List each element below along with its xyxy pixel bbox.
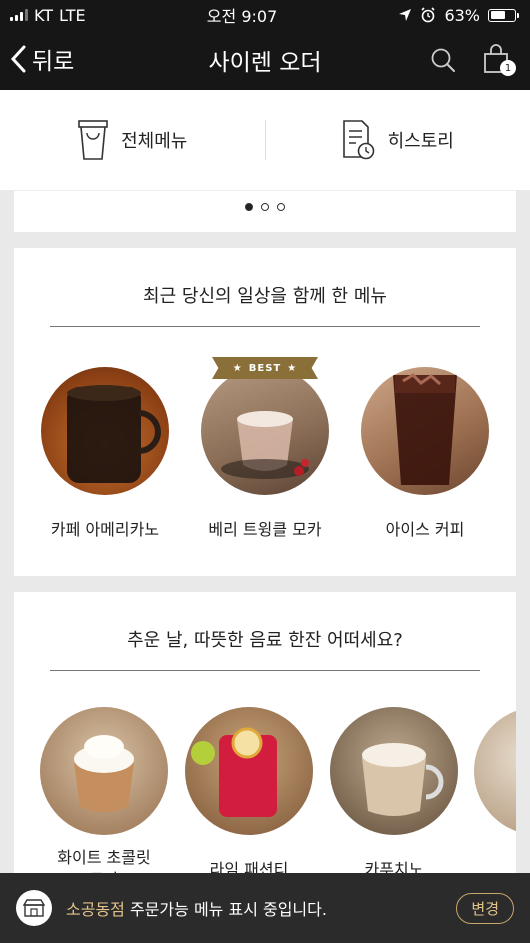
tab-all-menu-label: 전체메뉴	[121, 131, 188, 152]
clock: 오전 9:07	[206, 7, 278, 26]
menu-item-americano[interactable]: 카페 아메리카노	[30, 367, 180, 541]
tab-all-menu[interactable]: 전체메뉴	[0, 119, 265, 161]
star-icon: ★	[287, 362, 298, 374]
menu-item-name: 아이스 커피	[385, 520, 465, 539]
star-icon: ★	[232, 362, 243, 374]
signal-icon	[10, 9, 28, 21]
back-label: 뒤로	[32, 49, 75, 75]
menu-item-lime-passion-tea[interactable]: 라임 패션티	[174, 707, 324, 881]
americano-image	[41, 367, 169, 495]
cup-icon	[78, 120, 108, 160]
store-name: 소공동점	[66, 900, 125, 919]
carrier-label: KT	[34, 5, 54, 25]
menu-item-partial[interactable]	[474, 707, 516, 835]
store-icon	[16, 890, 52, 926]
best-badge: ★ BEST ★	[212, 357, 318, 379]
battery-icon	[488, 8, 519, 22]
drink-image	[474, 707, 516, 835]
battery-percent: 63%	[444, 5, 480, 25]
change-store-button[interactable]: 변경	[456, 892, 514, 924]
menu-tabs: 전체메뉴 히스토리	[0, 90, 530, 190]
menu-item-berry-twinkle-mocha[interactable]: ★ BEST ★ 베리 트윙클 모카	[190, 357, 340, 541]
cart-count-badge: 1	[500, 60, 516, 76]
search-icon[interactable]	[430, 47, 456, 73]
carousel-dot[interactable]	[261, 203, 269, 211]
menu-item-name: 카페 아메리카노	[50, 520, 160, 539]
cappuccino-image	[330, 707, 458, 835]
carousel-dot[interactable]	[277, 203, 285, 211]
iced-coffee-image	[361, 367, 489, 495]
section-title: 최근 당신의 일상을 함께 한 메뉴	[143, 286, 387, 307]
menu-item-name: 베리 트윙클 모카	[208, 520, 322, 539]
recent-menu-section: 최근 당신의 일상을 함께 한 메뉴 카페 아메리카노 ★ BEST ★ 베리 트윙…	[14, 248, 516, 576]
lime-passion-tea-image	[185, 707, 313, 835]
top-bar: KT LTE 오전 9:07 63% 뒤로 사이렌 오더 1	[0, 0, 530, 90]
location-arrow-icon	[399, 9, 412, 21]
menu-item-white-chocolate-mocha[interactable]: 화이트 초콜릿 모카	[28, 707, 180, 882]
cart-button[interactable]: 1	[482, 44, 516, 76]
alarm-icon	[421, 7, 436, 23]
white-mocha-image	[40, 707, 168, 835]
tab-history-label: 히스토리	[387, 131, 454, 152]
back-button[interactable]: 뒤로	[10, 42, 74, 76]
chevron-left-icon	[10, 45, 26, 73]
tab-history[interactable]: 히스토리	[266, 119, 530, 161]
banner-carousel[interactable]	[14, 190, 516, 232]
nav-bar: 뒤로 사이렌 오더 1	[0, 30, 530, 90]
carousel-dot[interactable]	[245, 203, 253, 211]
warm-drinks-section: 추운 날, 따뜻한 음료 한잔 어떠세요? 화이트 초콜릿 모카 라임 패션티 …	[14, 592, 516, 882]
menu-item-cappuccino[interactable]: 카푸치노	[319, 707, 469, 881]
menu-item-iced-coffee[interactable]: 아이스 커피	[350, 367, 500, 541]
carousel-pagination	[14, 203, 516, 211]
status-text: 주문가능 메뉴 표시 중입니다.	[124, 900, 327, 919]
history-icon	[342, 120, 374, 160]
store-status-bar: 소공동점 주문가능 메뉴 표시 중입니다. 변경	[0, 873, 530, 943]
berry-mocha-image	[201, 367, 329, 495]
network-label: LTE	[59, 5, 86, 25]
status-bar: KT LTE 오전 9:07 63%	[0, 0, 530, 30]
section-title: 추운 날, 따뜻한 음료 한잔 어떠세요?	[127, 630, 403, 651]
store-status-message: 소공동점 주문가능 메뉴 표시 중입니다.	[66, 896, 456, 920]
